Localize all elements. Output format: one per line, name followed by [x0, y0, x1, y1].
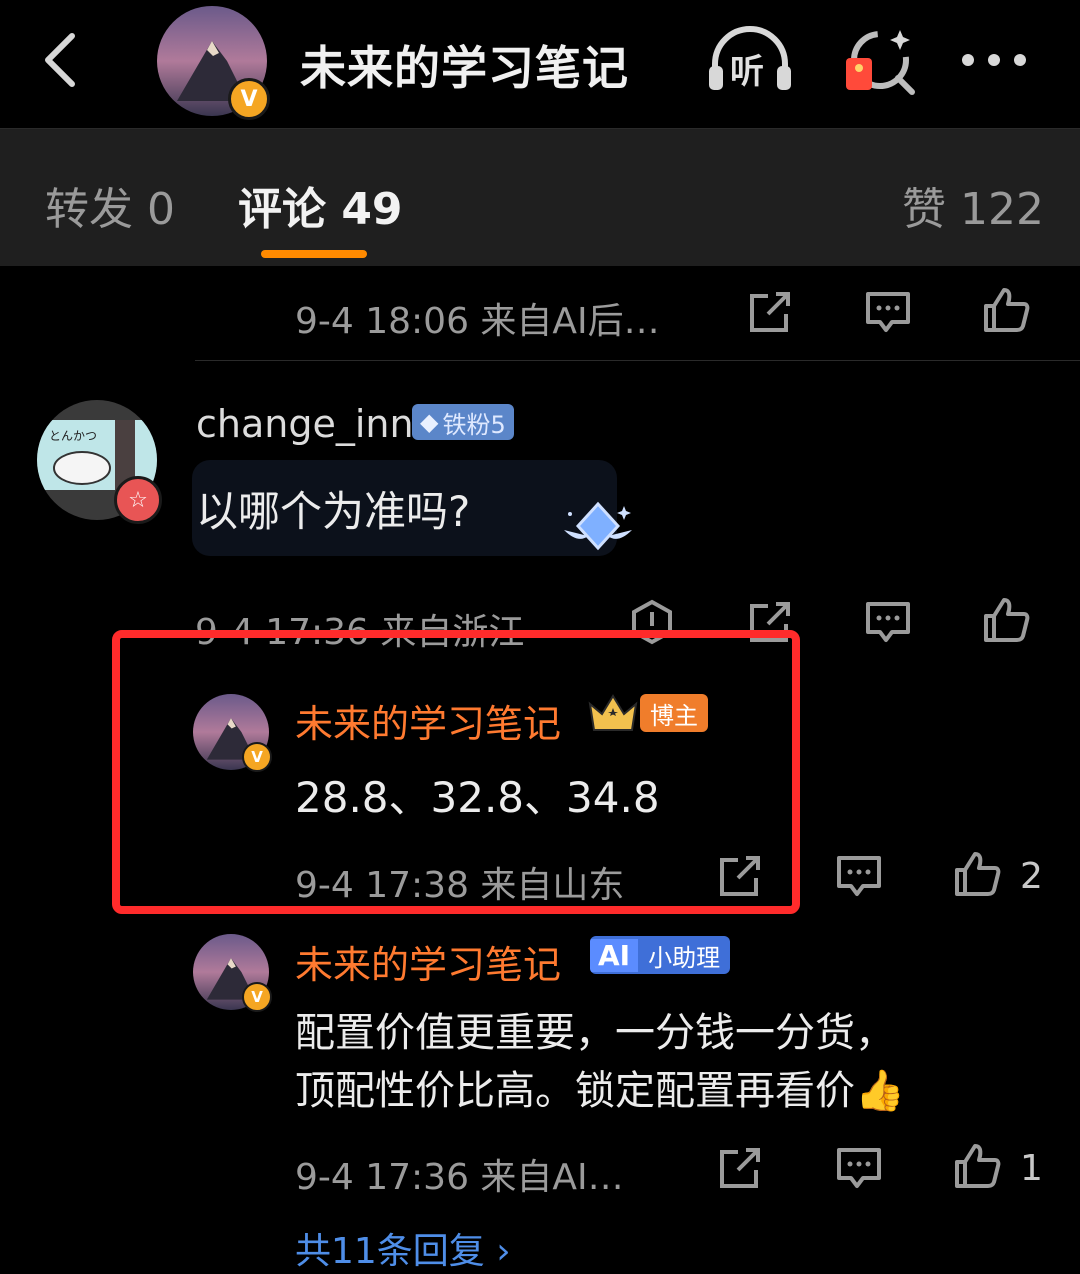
diamond-icon: ◆	[420, 408, 439, 436]
like-icon[interactable]	[982, 596, 1030, 644]
comment-icon[interactable]	[864, 288, 912, 336]
comment-meta: 9-4 18:06 来自AI后…	[295, 301, 660, 342]
back-arrow-icon[interactable]	[40, 30, 80, 90]
listen-label: 听	[730, 52, 764, 92]
listen-button[interactable]: 听	[705, 22, 795, 102]
crown-icon	[588, 694, 638, 731]
like-icon[interactable]	[953, 1142, 1001, 1190]
ai-label: AI	[590, 938, 639, 972]
reply-text-line: 顶配性价比高。锁定配置再看价👍	[295, 1068, 905, 1114]
like-icon[interactable]	[953, 850, 1001, 898]
like-icon[interactable]	[982, 286, 1030, 334]
commenter-name[interactable]: change_inn	[196, 402, 414, 446]
share-icon[interactable]	[716, 852, 764, 900]
reply-text: 28.8、32.8、34.8	[295, 773, 660, 822]
fan-level-label: 铁粉5	[442, 410, 506, 439]
comment-text: 以哪个为准吗?	[196, 487, 471, 536]
comment-icon[interactable]	[864, 598, 912, 646]
host-badge: 博主	[586, 690, 708, 736]
top-bar: V 未来的学习笔记 听	[0, 0, 1080, 129]
search-redpacket-button[interactable]	[840, 22, 930, 102]
verified-badge-icon: V	[242, 982, 272, 1012]
tab-comments[interactable]: 评论 49	[238, 173, 403, 237]
divider	[195, 360, 1080, 361]
host-badge-label: 博主	[640, 694, 708, 732]
more-replies-link[interactable]: 共11条回复 ›	[295, 1222, 511, 1274]
verified-badge-icon: V	[242, 742, 272, 772]
reply-author-name[interactable]: 未来的学习笔记	[295, 934, 561, 989]
reply-text-line: 配置价值更重要，一分钱一分货，	[295, 1010, 895, 1056]
share-icon[interactable]	[746, 288, 794, 336]
like-count: 2	[1020, 856, 1043, 897]
more-options-icon[interactable]	[958, 48, 1030, 72]
reply-meta: 9-4 17:38 来自山东	[295, 865, 625, 906]
comment-icon[interactable]	[835, 1144, 883, 1192]
page-title: 未来的学习笔记	[300, 41, 629, 95]
diamond-bubble-decoration-icon	[564, 501, 632, 551]
search-redpacket-icon	[846, 30, 915, 95]
active-tab-indicator	[261, 250, 367, 258]
assistant-label: 小助理	[648, 943, 721, 972]
like-count: 1	[1020, 1148, 1043, 1189]
share-icon[interactable]	[716, 1144, 764, 1192]
tab-bar: 转发 0 评论 49 赞 122	[0, 129, 1080, 266]
reply-author-name[interactable]: 未来的学习笔记	[295, 693, 561, 748]
tab-repost[interactable]: 转发 0	[45, 173, 175, 237]
fan-star-badge-icon: ☆	[114, 476, 162, 524]
comment-icon[interactable]	[835, 852, 883, 900]
svg-text:とんかつ: とんかつ	[49, 429, 97, 443]
fan-level-badge: ◆ 铁粉5	[412, 404, 514, 440]
reply-meta: 9-4 17:36 来自AI…	[295, 1157, 624, 1198]
verified-badge-icon: V	[228, 78, 270, 120]
ai-assistant-badge: AI 小助理	[590, 936, 731, 974]
tab-likes[interactable]: 赞 122	[902, 173, 1044, 237]
